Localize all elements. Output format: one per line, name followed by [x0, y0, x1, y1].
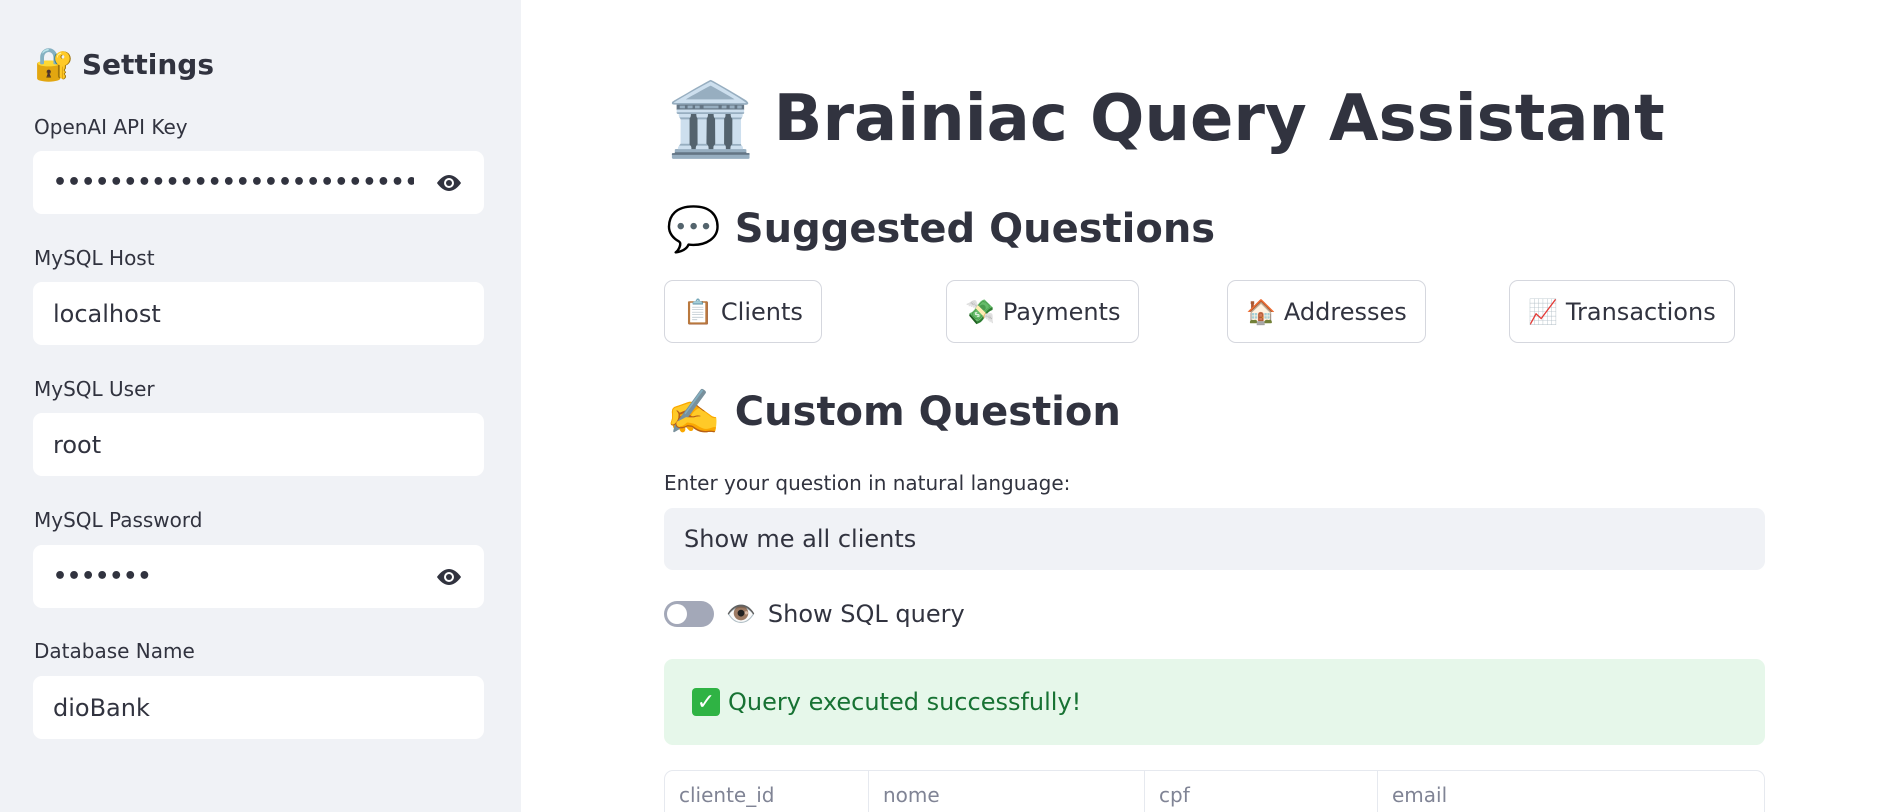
- column-header[interactable]: cpf: [1145, 771, 1378, 812]
- sidebar-title-text: Settings: [81, 47, 215, 81]
- database-name-value: dioBank: [53, 693, 150, 722]
- suggested-questions-heading: 💬 Suggested Questions: [666, 201, 1215, 257]
- transactions-button[interactable]: 📈 Transactions: [1509, 280, 1735, 343]
- database-name-label: Database Name: [34, 639, 195, 663]
- payments-button-label: Payments: [1002, 297, 1121, 326]
- chart-increasing-icon: 📈: [1528, 297, 1558, 326]
- custom-question-text: Custom Question: [734, 389, 1121, 435]
- custom-question-heading: ✍️ Custom Question: [666, 384, 1121, 440]
- column-header[interactable]: email: [1378, 771, 1764, 812]
- money-icon: 💸: [965, 297, 995, 326]
- openai-key-value: ••••••••••••••••••••••••••••••••••••••••…: [53, 170, 414, 195]
- show-sql-toggle[interactable]: [664, 601, 714, 627]
- results-table: cliente_id nome cpf email: [664, 770, 1765, 812]
- success-alert: ✓ Query executed successfully!: [664, 659, 1765, 745]
- sidebar-title: 🔐 Settings: [34, 44, 214, 84]
- sidebar: 🔐 Settings OpenAI API Key ••••••••••••••…: [0, 0, 521, 812]
- writing-hand-icon: ✍️: [666, 387, 721, 438]
- mysql-host-label: MySQL Host: [34, 246, 155, 270]
- payments-button[interactable]: 💸 Payments: [946, 280, 1140, 343]
- clipboard-icon: 📋: [683, 297, 713, 326]
- eye-icon[interactable]: [414, 545, 484, 608]
- question-input[interactable]: Show me all clients: [664, 508, 1765, 570]
- page-title: 🏛️ Brainiac Query Assistant: [666, 76, 1665, 161]
- column-header[interactable]: nome: [869, 771, 1145, 812]
- speech-bubble-icon: 💬: [666, 204, 721, 255]
- bank-icon: 🏛️: [666, 76, 756, 161]
- mysql-password-input[interactable]: •••••••: [33, 545, 484, 608]
- page-title-text: Brainiac Query Assistant: [773, 82, 1665, 156]
- mysql-user-input[interactable]: root: [33, 413, 484, 476]
- addresses-button[interactable]: 🏠 Addresses: [1227, 280, 1426, 343]
- addresses-button-label: Addresses: [1283, 297, 1407, 326]
- column-header[interactable]: cliente_id: [665, 771, 869, 812]
- database-name-input[interactable]: dioBank: [33, 676, 484, 739]
- mysql-user-label: MySQL User: [34, 377, 155, 401]
- show-sql-toggle-row: 👁️ Show SQL query: [664, 596, 965, 632]
- show-sql-label: Show SQL query: [767, 600, 965, 628]
- success-message: Query executed successfully!: [728, 688, 1082, 716]
- mysql-host-input[interactable]: localhost: [33, 282, 484, 345]
- clients-button-label: Clients: [720, 297, 803, 326]
- suggested-questions-text: Suggested Questions: [734, 206, 1216, 252]
- mysql-password-label: MySQL Password: [34, 508, 203, 532]
- mysql-user-value: root: [53, 430, 102, 459]
- house-icon: 🏠: [1246, 297, 1276, 326]
- eye-icon[interactable]: [414, 151, 484, 214]
- openai-key-label: OpenAI API Key: [34, 115, 188, 139]
- check-mark-icon: ✓: [692, 688, 720, 716]
- clients-button[interactable]: 📋 Clients: [664, 280, 822, 343]
- toggle-knob: [667, 604, 687, 624]
- mysql-password-value: •••••••: [53, 564, 152, 589]
- lock-key-icon: 🔐: [34, 45, 74, 83]
- eye-emoji-icon: 👁️: [726, 600, 756, 628]
- openai-key-input[interactable]: ••••••••••••••••••••••••••••••••••••••••…: [33, 151, 484, 214]
- mysql-host-value: localhost: [53, 299, 161, 328]
- transactions-button-label: Transactions: [1565, 297, 1716, 326]
- question-input-value: Show me all clients: [684, 525, 917, 553]
- question-input-label: Enter your question in natural language:: [664, 471, 1071, 495]
